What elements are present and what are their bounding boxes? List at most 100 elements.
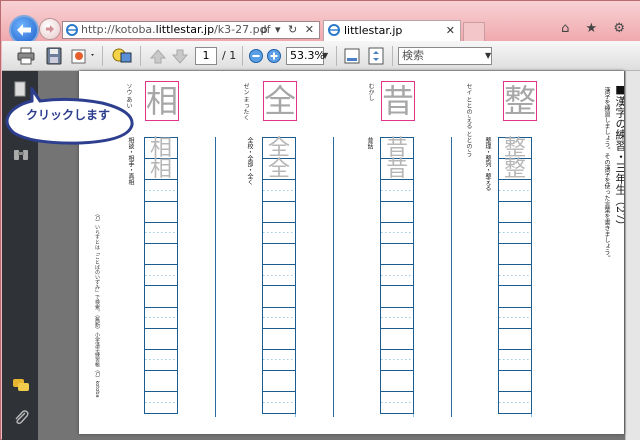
forward-arrow-icon	[46, 25, 54, 33]
practice-cell	[381, 307, 413, 329]
practice-cell	[499, 222, 531, 244]
kanji-model-box: 整	[503, 81, 537, 121]
page-total: / 1	[222, 49, 237, 62]
zoom-dropdown-arrow-icon[interactable]: ▼	[322, 47, 332, 65]
worksheet-title: ■漢字の練習・三年生（27）	[614, 83, 624, 231]
practice-grid: 全 全	[262, 137, 296, 415]
trace-cell: 全	[263, 137, 295, 160]
fit-page-icon[interactable]	[366, 47, 386, 65]
toolbar-separator	[140, 46, 141, 66]
trace-cell: 昔	[381, 159, 413, 181]
practice-cell	[263, 349, 295, 372]
practice-cell	[381, 349, 413, 372]
browser-window: http://kotoba.littlestar.jp/k3-27.pdf ρ …	[0, 0, 640, 440]
tab-close-icon[interactable]: ✕	[446, 24, 455, 37]
column-divider	[451, 137, 452, 417]
practice-cell	[499, 265, 531, 287]
attachments-icon[interactable]	[12, 409, 30, 425]
practice-cell	[499, 180, 531, 202]
browser-tool-icons[interactable]: ⌂ ★ ⚙	[561, 21, 631, 36]
kanji-reading: ゼン まったく	[242, 83, 249, 121]
print-icon[interactable]	[16, 47, 36, 65]
practice-cell	[381, 286, 413, 308]
practice-cell	[145, 286, 177, 308]
pdf-page: ■漢字の練習・三年生（27） 漢字を練習しましょう。その漢字を使った言葉を書きま…	[79, 71, 624, 434]
search-dropdown-arrow-icon[interactable]: ▼	[485, 47, 493, 65]
practice-cell	[263, 286, 295, 308]
ie-tab-icon	[328, 24, 340, 36]
practice-cell	[499, 392, 531, 414]
address-url: http://kotoba.littlestar.jp/k3-27.pdf	[81, 23, 271, 36]
practice-grid: 昔 昔	[380, 137, 414, 415]
trace-cell: 相	[145, 137, 177, 160]
ie-page-icon	[66, 24, 78, 36]
next-page-icon[interactable]	[170, 47, 190, 65]
kanji-model-box: 昔	[381, 81, 415, 121]
trace-cell: 全	[263, 159, 295, 181]
practice-cell	[499, 349, 531, 372]
practice-cell	[145, 307, 177, 329]
address-controls[interactable]: ρ ▾ ↻ ✕	[261, 23, 316, 36]
practice-cell	[499, 286, 531, 308]
fit-width-icon[interactable]	[342, 47, 362, 65]
practice-cell	[381, 222, 413, 244]
zoom-level-input[interactable]: 53.3%	[286, 47, 325, 65]
practice-cell	[145, 265, 177, 287]
practice-cell	[263, 202, 295, 223]
title-bar: http://kotoba.littlestar.jp/k3-27.pdf ρ …	[1, 1, 640, 45]
vertical-scrollbar[interactable]	[625, 71, 640, 440]
practice-cell	[263, 244, 295, 266]
comment-tools-icon[interactable]	[110, 47, 134, 65]
practice-cell	[499, 307, 531, 329]
practice-cell	[381, 244, 413, 266]
zoom-in-icon[interactable]	[266, 47, 282, 65]
practice-cell	[263, 265, 295, 287]
practice-cell	[263, 180, 295, 202]
practice-cell	[263, 392, 295, 414]
pdf-toolbar: 1 / 1 53.3% ▼ 検索 ▼	[2, 41, 640, 71]
search-input[interactable]: 検索	[398, 47, 492, 65]
practice-cell	[499, 329, 531, 350]
comments-icon[interactable]	[12, 377, 30, 393]
practice-cell	[145, 222, 177, 244]
tab-littlestar[interactable]: littlestar.jp ✕	[323, 20, 461, 41]
save-icon[interactable]	[44, 47, 64, 65]
zoom-out-icon[interactable]	[248, 47, 264, 65]
trace-cell: 整	[499, 159, 531, 181]
column-divider	[333, 137, 334, 417]
practice-cell	[263, 329, 295, 350]
practice-cell	[381, 329, 413, 350]
practice-cell	[263, 307, 295, 329]
page-number-input[interactable]: 1	[195, 47, 217, 65]
practice-cell	[145, 202, 177, 223]
practice-cell	[381, 202, 413, 223]
find-icon[interactable]	[12, 147, 30, 163]
trace-cell: 昔	[381, 137, 413, 160]
address-bar[interactable]: http://kotoba.littlestar.jp/k3-27.pdf ρ …	[62, 21, 320, 39]
practice-grid: 整 整	[498, 137, 532, 415]
kanji-reading: むかし	[367, 83, 374, 101]
practice-cell	[145, 392, 177, 414]
practice-cell	[499, 202, 531, 223]
share-icon[interactable]	[70, 47, 96, 65]
kanji-reading: セイ ととの-える ととの-う	[465, 83, 472, 158]
practice-cell	[145, 371, 177, 393]
practice-cell	[381, 265, 413, 287]
toolbar-separator	[392, 46, 393, 66]
practice-cell	[499, 244, 531, 266]
kanji-words: 昔話	[366, 137, 373, 149]
practice-cell	[263, 222, 295, 244]
new-tab-button[interactable]	[463, 22, 485, 41]
practice-cell	[145, 349, 177, 372]
practice-cell	[381, 371, 413, 393]
toolbar-separator	[242, 46, 243, 66]
tab-label: littlestar.jp	[344, 24, 403, 37]
forward-button[interactable]	[39, 18, 61, 40]
practice-cell	[145, 329, 177, 350]
previous-page-icon[interactable]	[148, 47, 168, 65]
column-divider	[215, 137, 216, 417]
trace-cell: 相	[145, 159, 177, 181]
practice-cell	[499, 371, 531, 393]
toolbar-separator	[102, 46, 103, 66]
practice-cell	[145, 180, 177, 202]
